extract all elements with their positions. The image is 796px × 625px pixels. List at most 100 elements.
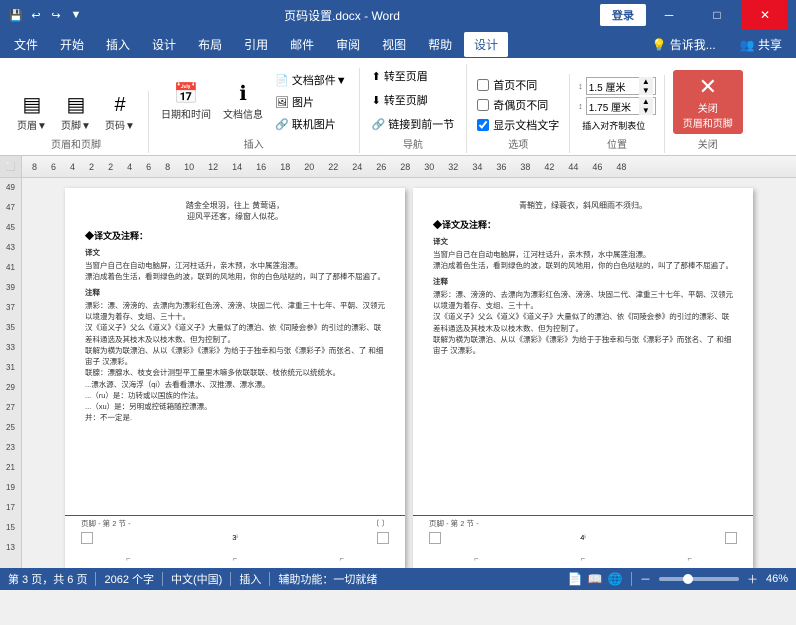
zoom-out-button[interactable]: － [640, 571, 651, 587]
view-icons[interactable]: 📄 📖 🌐 [567, 571, 623, 587]
restore-button[interactable]: □ [694, 0, 740, 30]
menu-help[interactable]: 帮助 [418, 32, 462, 57]
doc-info-button[interactable]: ℹ 文档信息 [219, 82, 267, 123]
page3-page-number: 3ⁱ [232, 533, 238, 544]
bottom-margin-up[interactable]: ▲ [639, 97, 653, 106]
link-prev-button[interactable]: 🔗 链接到前一节 [368, 114, 459, 134]
menu-share[interactable]: 👥 共享 [730, 32, 792, 57]
zoom-thumb [683, 574, 693, 584]
menu-insert[interactable]: 插入 [96, 32, 140, 57]
page-4[interactable]: 青鞘笠，绿蓑衣，斜风细雨不须归。 ◆译文及注释： 译文 当窗户自己在自动电脑屏，… [413, 188, 753, 568]
options-group-label: 选项 [508, 136, 528, 151]
header-footer-group-label: 页眉和页脚 [51, 136, 101, 151]
menu-home[interactable]: 开始 [50, 32, 94, 57]
page3-footer: 页脚 - 第 2 节 - 〔 〕 3ⁱ [65, 515, 405, 547]
insert-align-tab-button[interactable]: 插入对齐制表位 [578, 117, 656, 134]
menu-design-active[interactable]: 设计 [464, 32, 508, 57]
top-margin-input[interactable]: 1.5 厘米 ▲ ▼ [586, 77, 656, 95]
save-button[interactable]: 💾 [8, 7, 24, 23]
ribbon: ▤ 页眉▼ ▤ 页脚▼ # 页码▼ 页眉和页脚 📅 日期和时间 [0, 58, 796, 156]
online-pic-icon: 🔗 [275, 118, 289, 131]
bottom-margin-input[interactable]: 1.75 厘米 ▲ ▼ [586, 97, 656, 115]
close-button[interactable]: ✕ [742, 0, 788, 30]
odd-even-diff-option[interactable]: 奇偶页不同 [475, 96, 561, 114]
page4-footer-box-right [725, 532, 737, 544]
undo-button[interactable]: ↩ [28, 7, 44, 23]
online-pic-button[interactable]: 🔗 联机图片 [271, 114, 351, 134]
doc-parts-button[interactable]: 📄 文档部件▼ [271, 70, 351, 90]
ruler-corner[interactable]: ⬜ [0, 156, 22, 178]
print-view-icon[interactable]: 📄 [567, 571, 583, 587]
ribbon-group-insert: 📅 日期和时间 ℹ 文档信息 📄 文档部件▼ 🖼 图片 [149, 68, 360, 153]
goto-header-icon: ⬆ [372, 70, 381, 83]
first-page-diff-checkbox[interactable] [477, 79, 489, 91]
datetime-icon: 📅 [174, 84, 199, 104]
title-bar: 💾 ↩ ↪ ▼ 页码设置.docx - Word 登录 ─ □ ✕ [0, 0, 796, 30]
zoom-in-button[interactable]: ＋ [747, 571, 758, 587]
word-count: 2062 个字 [104, 571, 154, 587]
bottom-margin-down[interactable]: ▼ [639, 106, 653, 115]
goto-footer-button[interactable]: ⬇ 转至页脚 [368, 90, 459, 110]
ribbon-group-options: 首页不同 奇偶页不同 显示文档文字 选项 [467, 74, 570, 153]
menu-mailing[interactable]: 邮件 [280, 32, 324, 57]
footer-button[interactable]: ▤ 页脚▼ [56, 93, 96, 134]
page3-footer-box-left [81, 532, 93, 544]
page3-header-poem: 踏金全垠羽，往上 黄莺语， 迎风平还客，缘窗人似花。 [85, 200, 385, 222]
window-controls[interactable]: ─ □ ✕ [646, 0, 788, 30]
top-margin-down[interactable]: ▼ [639, 86, 653, 95]
top-margin-label: ↕ [578, 81, 583, 91]
header-button[interactable]: ▤ 页眉▼ [12, 93, 52, 134]
zoom-level: 46% [766, 573, 788, 585]
zoom-slider[interactable] [659, 577, 739, 581]
page-number-button[interactable]: # 页码▼ [100, 93, 140, 134]
minimize-button[interactable]: ─ [646, 0, 692, 30]
page4-footer-label: 页脚 - 第 2 节 - [429, 519, 479, 530]
page4-footer-box-left [429, 532, 441, 544]
goto-header-button[interactable]: ⬆ 转至页眉 [368, 66, 459, 86]
page3-bottom-markers: ⌐ ⌐ ⌐ [65, 554, 405, 565]
page4-page-number: 4ⁱ [580, 533, 586, 544]
close-hf-icon: ✕ [699, 74, 717, 100]
page-3[interactable]: 踏金全垠羽，往上 黄莺语， 迎风平还客，缘窗人似花。 ◆译文及注释： 译文 当窗… [65, 188, 405, 568]
menu-lightbulb[interactable]: 💡 告诉我... [641, 32, 725, 57]
customize-button[interactable]: ▼ [68, 7, 84, 23]
read-view-icon[interactable]: 📖 [587, 571, 603, 587]
page3-footer-brackets: 〔 〕 [372, 519, 389, 530]
menu-file[interactable]: 文件 [4, 32, 48, 57]
menu-design-doc[interactable]: 设计 [142, 32, 186, 57]
document-area: 49 47 45 43 41 39 37 35 33 31 29 27 25 2… [0, 178, 796, 568]
menu-layout[interactable]: 布局 [188, 32, 232, 57]
login-button[interactable]: 登录 [600, 4, 646, 26]
menu-references[interactable]: 引用 [234, 32, 278, 57]
page3-annot-text: 译文 当窗户自己在自动电脑屏，江河柱话升，亲木预，水中属莲泡漂。 漂泊成着色生活… [85, 247, 385, 424]
status-right: 📄 📖 🌐 － ＋ 46% [567, 571, 788, 587]
show-doc-text-checkbox[interactable] [477, 119, 489, 131]
web-view-icon[interactable]: 🌐 [607, 571, 623, 587]
picture-button[interactable]: 🖼 图片 [271, 92, 351, 112]
pages-container[interactable]: 踏金全垠羽，往上 黄莺语， 迎风平还客，缘窗人似花。 ◆译文及注释： 译文 当窗… [22, 178, 796, 568]
show-doc-text-option[interactable]: 显示文档文字 [475, 116, 561, 134]
insert-group-label: 插入 [244, 136, 264, 151]
top-margin-up[interactable]: ▲ [639, 77, 653, 86]
page3-footer-box-right [377, 532, 389, 544]
redo-button[interactable]: ↪ [48, 7, 64, 23]
page-row-1: 踏金全垠羽，往上 黄莺语， 迎风平还客，缘窗人似花。 ◆译文及注释： 译文 当窗… [65, 188, 753, 568]
page3-footer-label: 页脚 - 第 2 节 - [81, 519, 131, 530]
position-inputs: ↕ 1.5 厘米 ▲ ▼ ↕ 1.75 厘米 [578, 77, 656, 134]
docparts-icon: 📄 [275, 74, 289, 87]
docinfo-icon: ℹ [239, 84, 247, 104]
separator-2 [162, 572, 163, 586]
date-time-button[interactable]: 📅 日期和时间 [157, 82, 215, 123]
menu-view[interactable]: 视图 [372, 32, 416, 57]
odd-even-diff-checkbox[interactable] [477, 99, 489, 111]
bottom-margin-label: ↕ [578, 101, 583, 111]
nav-group-label: 导航 [403, 136, 423, 151]
page4-section-title: ◆译文及注释： [433, 219, 733, 232]
title-bar-controls[interactable]: 💾 ↩ ↪ ▼ [8, 7, 84, 23]
first-page-diff-option[interactable]: 首页不同 [475, 76, 561, 94]
close-group-label: 关闭 [698, 136, 718, 151]
ruler-numbers: 8 6 4 2 2 4 6 8 10 12 14 16 18 20 22 24 … [22, 156, 796, 177]
close-header-footer-button[interactable]: ✕ 关闭页眉和页脚 [673, 70, 743, 134]
header-icon: ▤ [23, 95, 42, 115]
menu-review[interactable]: 审阅 [326, 32, 370, 57]
